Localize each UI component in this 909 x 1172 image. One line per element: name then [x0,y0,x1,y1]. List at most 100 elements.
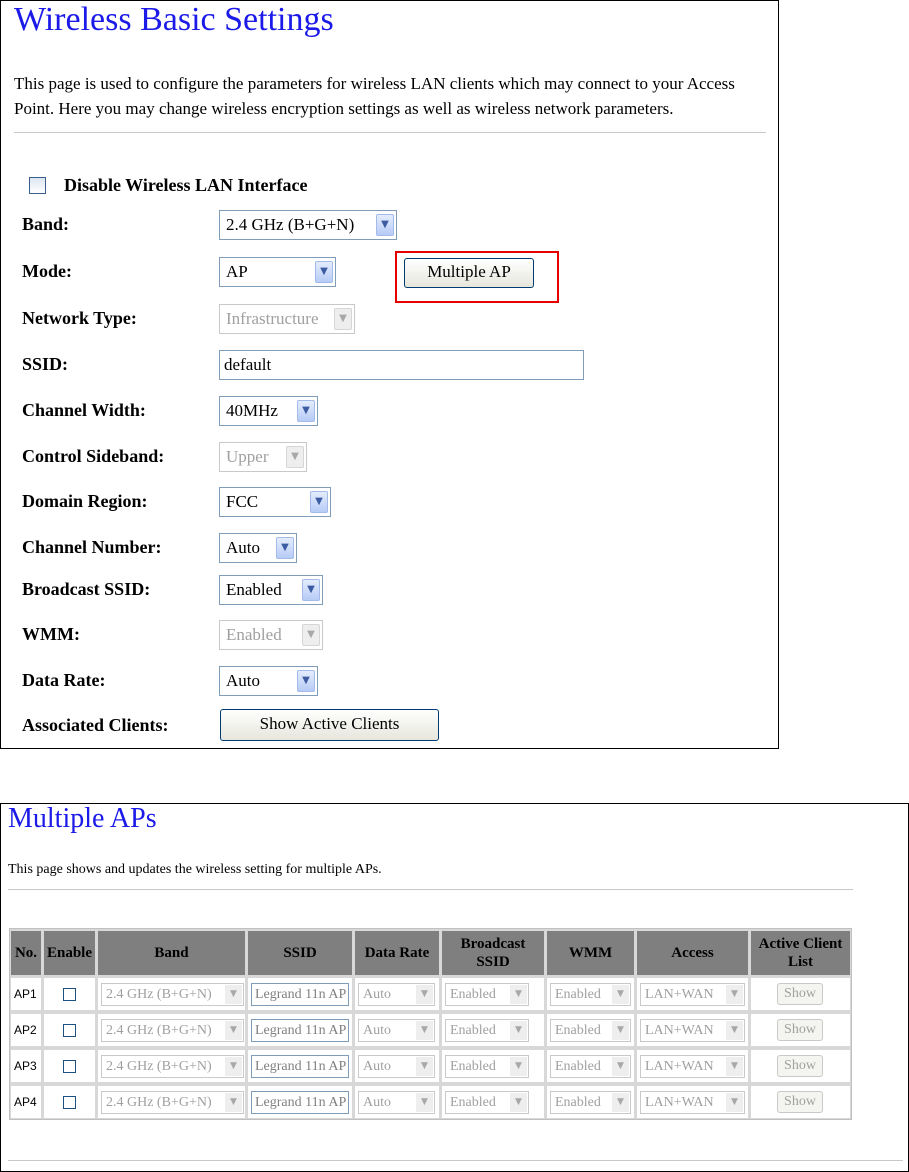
band-select[interactable]: 2.4 GHz (B+G+N) ▼ [219,210,397,240]
disable-wlan-checkbox[interactable] [29,176,46,194]
page-title: Wireless Basic Settings [14,1,334,38]
header-no: No. [11,931,41,975]
enable-checkbox[interactable] [63,1024,76,1037]
table-cell-wmm: Enabled ▼ [547,1050,634,1082]
band-value: 2.4 GHz (B+G+N) [106,1095,212,1110]
control-sideband-select[interactable]: Upper ▼ [219,442,307,472]
chevron-down-icon: ▼ [276,537,294,559]
table-cell-enable [44,1086,95,1118]
table-cell-broadcast: Enabled ▼ [442,1086,544,1118]
band-value: 2.4 GHz (B+G+N) [106,1023,212,1038]
broadcast-select[interactable]: Enabled ▼ [445,983,529,1006]
show-clients-button[interactable]: Show [777,983,823,1005]
chevron-down-icon: ▼ [726,985,743,1004]
enable-checkbox[interactable] [63,1060,76,1073]
wmm-select[interactable]: Enabled ▼ [550,1091,631,1114]
band-value: 2.4 GHz (B+G+N) [106,1059,212,1074]
broadcast-ssid-select[interactable]: Enabled ▼ [219,575,323,605]
chevron-down-icon: ▼ [225,1093,242,1112]
page-description: This page is used to configure the param… [14,74,735,118]
broadcast-value: Enabled [450,1095,496,1110]
ssid-input[interactable]: Legrand 11n AP [251,1055,349,1078]
chevron-down-icon: ▼ [510,1021,527,1040]
wmm-select[interactable]: Enabled ▼ [550,1019,631,1042]
data-rate-select[interactable]: Auto ▼ [358,1019,435,1042]
chevron-down-icon: ▼ [310,491,328,513]
show-active-clients-button[interactable]: Show Active Clients [220,709,439,741]
table-cell-ssid: Legrand 11n AP [248,1014,352,1046]
data-rate-select[interactable]: Auto ▼ [219,666,318,696]
channel-width-select[interactable]: 40MHz ▼ [219,396,318,426]
show-clients-button[interactable]: Show [777,1055,823,1077]
chevron-down-icon: ▼ [225,1057,242,1076]
chevron-down-icon: ▼ [297,670,315,692]
mode-value: AP [226,262,248,281]
wmm-value: Enabled [555,987,601,1002]
ssid-input[interactable]: Legrand 11n AP [251,1091,349,1114]
data-rate-value: Auto [226,671,260,690]
band-select[interactable]: 2.4 GHz (B+G+N) ▼ [101,1091,244,1114]
chevron-down-icon: ▼ [286,446,304,468]
channel-number-select[interactable]: Auto ▼ [219,533,297,563]
chevron-down-icon: ▼ [302,579,320,601]
access-select[interactable]: LAN+WAN ▼ [640,1019,745,1042]
domain-region-select[interactable]: FCC ▼ [219,487,331,517]
page-title: Multiple APs [8,803,157,834]
mode-select[interactable]: AP ▼ [219,257,336,287]
ssid-input[interactable]: Legrand 11n AP [251,1019,349,1042]
enable-checkbox[interactable] [63,1096,76,1109]
table-cell-data-rate: Auto ▼ [355,1050,439,1082]
data-rate-select[interactable]: Auto ▼ [358,1055,435,1078]
table-cell-no: AP3 [11,1050,41,1082]
ap-number: AP2 [14,1023,37,1037]
data-rate-select[interactable]: Auto ▼ [358,983,435,1006]
broadcast-select[interactable]: Enabled ▼ [445,1091,529,1114]
data-rate-select[interactable]: Auto ▼ [358,1091,435,1114]
chevron-down-icon: ▼ [510,1057,527,1076]
ap-number: AP3 [14,1059,37,1073]
chevron-down-icon: ▼ [612,1093,629,1112]
header-band: Band [98,931,245,975]
chevron-down-icon: ▼ [416,985,433,1004]
broadcast-value: Enabled [450,1023,496,1038]
wmm-select[interactable]: Enabled ▼ [550,983,631,1006]
broadcast-select[interactable]: Enabled ▼ [445,1019,529,1042]
channel-width-label: Channel Width: [22,400,146,420]
access-value: LAN+WAN [645,1095,714,1110]
network-type-label: Network Type: [22,308,137,328]
band-select[interactable]: 2.4 GHz (B+G+N) ▼ [101,983,244,1006]
table-cell-band: 2.4 GHz (B+G+N) ▼ [98,1050,245,1082]
chevron-down-icon: ▼ [612,985,629,1004]
table-cell-access: LAN+WAN ▼ [637,1014,748,1046]
wmm-select[interactable]: Enabled ▼ [219,620,323,650]
access-select[interactable]: LAN+WAN ▼ [640,1091,745,1114]
access-select[interactable]: LAN+WAN ▼ [640,983,745,1006]
domain-region-label: Domain Region: [22,491,148,511]
channel-number-label: Channel Number: [22,537,162,557]
multiple-aps-panel: Multiple APs This page shows and updates… [0,803,909,1172]
show-clients-button[interactable]: Show [777,1019,823,1041]
channel-number-value: Auto [226,538,260,557]
data-rate-value: Auto [363,1095,391,1110]
header-enable: Enable [44,931,95,975]
show-clients-button[interactable]: Show [777,1091,823,1113]
chevron-down-icon: ▼ [726,1057,743,1076]
header-ssid: SSID [248,931,352,975]
enable-checkbox[interactable] [63,988,76,1001]
table-cell-band: 2.4 GHz (B+G+N) ▼ [98,978,245,1010]
band-select[interactable]: 2.4 GHz (B+G+N) ▼ [101,1019,244,1042]
access-select[interactable]: LAN+WAN ▼ [640,1055,745,1078]
highlight-box [395,251,559,303]
ssid-input[interactable]: Legrand 11n AP [251,983,349,1006]
band-select[interactable]: 2.4 GHz (B+G+N) ▼ [101,1055,244,1078]
broadcast-select[interactable]: Enabled ▼ [445,1055,529,1078]
control-sideband-label: Control Sideband: [22,446,165,466]
wmm-select[interactable]: Enabled ▼ [550,1055,631,1078]
network-type-select[interactable]: Infrastructure ▼ [219,304,355,334]
chevron-down-icon: ▼ [315,261,333,283]
data-rate-label: Data Rate: [22,670,106,690]
chevron-down-icon: ▼ [302,624,320,646]
ssid-label: SSID: [22,354,69,374]
ssid-input[interactable]: default [219,350,584,380]
table-cell-band: 2.4 GHz (B+G+N) ▼ [98,1086,245,1118]
